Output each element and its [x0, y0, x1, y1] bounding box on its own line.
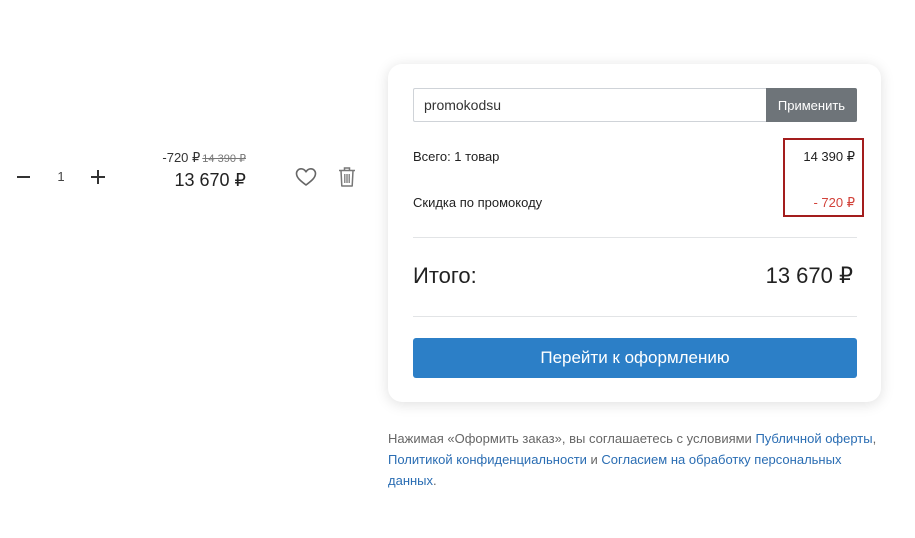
cart-page: 1 -720 ₽14 390 ₽ 13 670 ₽ Применить Всег… [0, 0, 915, 538]
increase-quantity-button[interactable] [88, 166, 108, 188]
terms-prefix: Нажимая «Оформить заказ», вы соглашаетес… [388, 431, 756, 446]
terms-suffix: . [433, 473, 437, 488]
item-discount-line: -720 ₽14 390 ₽ [140, 150, 246, 167]
item-old-price: 14 390 ₽ [202, 153, 246, 165]
terms-notice: Нажимая «Оформить заказ», вы соглашаетес… [388, 428, 888, 491]
heart-icon[interactable] [295, 167, 317, 187]
apply-promo-button[interactable]: Применить [766, 88, 857, 122]
divider [413, 316, 857, 317]
quantity-value: 1 [57, 169, 65, 184]
item-discount: -720 ₽ [162, 150, 201, 165]
highlight-box [783, 138, 864, 217]
terms-comma: , [872, 431, 877, 446]
order-summary-card: Применить Всего: 1 товар 14 390 ₽ Скидка… [388, 64, 881, 402]
checkout-button[interactable]: Перейти к оформлению [413, 338, 857, 378]
total-label: Итого: [413, 263, 477, 288]
terms-and: и [586, 452, 602, 467]
divider [413, 237, 857, 238]
trash-icon[interactable] [338, 166, 356, 188]
decrease-quantity-button[interactable] [12, 164, 34, 190]
total-value: 13 670 ₽ [765, 263, 853, 288]
item-current-price: 13 670 ₽ [174, 170, 246, 190]
promo-code-input[interactable] [413, 88, 767, 122]
items-count-label: Всего: 1 товар [413, 149, 500, 164]
public-offer-link[interactable]: Публичной оферты [755, 431, 872, 446]
minus-icon [16, 176, 30, 178]
promo-discount-label: Скидка по промокоду [413, 195, 543, 210]
privacy-policy-link[interactable]: Политикой конфиденциальности [388, 452, 587, 467]
item-price-block: -720 ₽14 390 ₽ 13 670 ₽ [140, 150, 246, 192]
